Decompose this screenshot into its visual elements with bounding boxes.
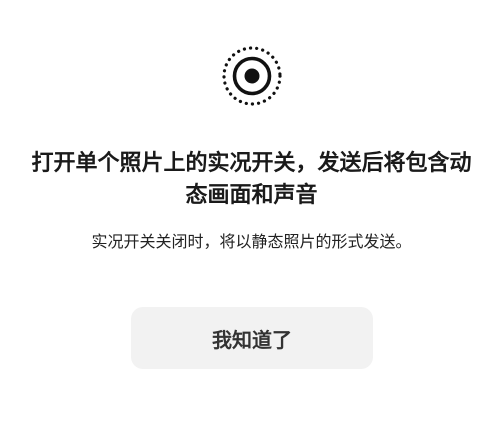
got-it-button[interactable]: 我知道了 <box>131 307 373 369</box>
live-photo-icon-graphic <box>221 46 282 106</box>
dialog-description: 实况开关关闭时，将以静态照片的形式发送。 <box>91 232 412 251</box>
dialog-title: 打开单个照片上的实况开关，发送后将包含动态画面和声音 <box>31 151 472 208</box>
live-photo-icon <box>220 44 284 108</box>
live-photo-info-dialog: 打开单个照片上的实况开关，发送后将包含动态画面和声音 实况开关关闭时，将以静态照… <box>0 0 503 436</box>
